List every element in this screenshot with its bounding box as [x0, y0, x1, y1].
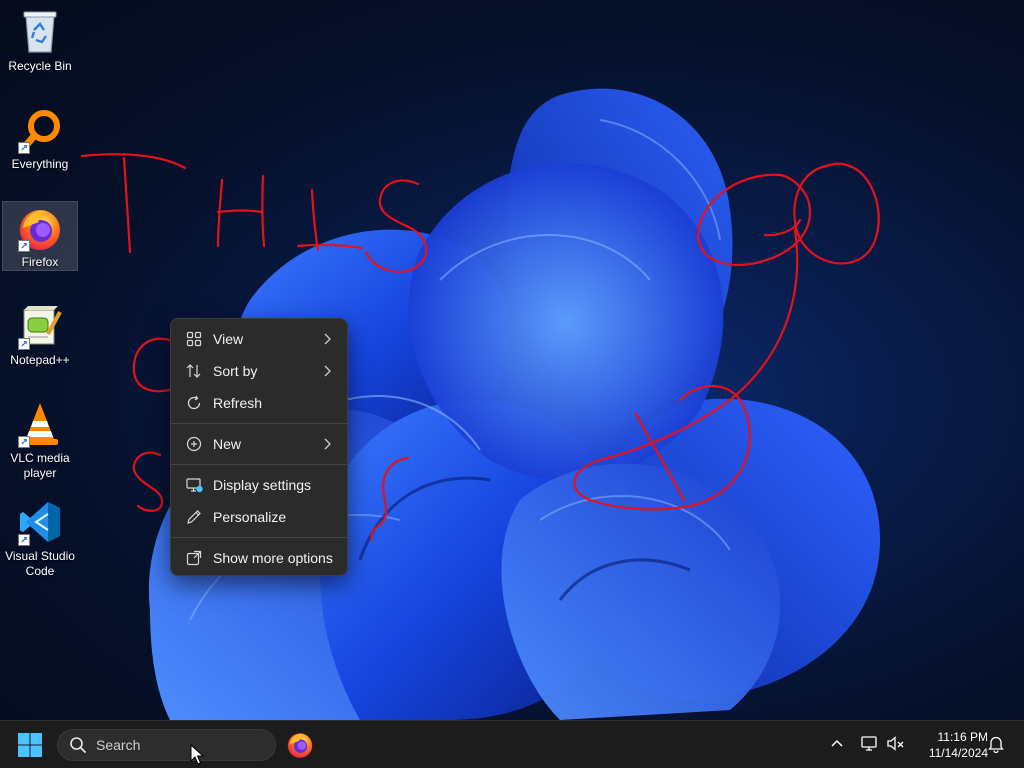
network-icon — [861, 736, 877, 751]
volume-muted-icon — [887, 736, 904, 751]
display-settings-icon — [185, 476, 203, 494]
notepad-plus-plus-icon: ↗ — [16, 302, 64, 350]
wallpaper-bloom — [148, 88, 880, 720]
everything-search-icon: ↗ — [16, 106, 64, 154]
menu-separator — [171, 464, 347, 465]
menu-item-label: Display settings — [213, 477, 312, 493]
menu-item-refresh[interactable]: Refresh — [175, 387, 343, 419]
menu-separator — [171, 423, 347, 424]
menu-item-sort-by[interactable]: Sort by — [175, 355, 343, 387]
notification-bell-icon — [988, 736, 1004, 754]
plus-circle-icon — [185, 435, 203, 453]
clock-time: 11:16 PM — [937, 730, 988, 744]
desktop-icon-label: Everything — [11, 157, 69, 171]
vscode-icon: ↗ — [16, 498, 64, 546]
desktop-icon-notepad-plus-plus[interactable]: ↗ Notepad++ — [2, 298, 78, 372]
volume-button[interactable] — [886, 734, 906, 759]
shortcut-arrow-icon: ↗ — [18, 240, 30, 252]
menu-item-view[interactable]: View — [175, 323, 343, 355]
desktop-icon-label: Firefox — [21, 255, 59, 269]
mouse-cursor-icon — [190, 744, 204, 765]
menu-separator — [171, 537, 347, 538]
desktop-icon-label: Visual Studio Code — [5, 549, 75, 578]
desktop-icon-label: Recycle Bin — [8, 59, 72, 73]
taskbar-clock[interactable]: 11:16 PM 11/14/2024 — [912, 729, 988, 761]
menu-item-label: View — [213, 331, 244, 347]
chevron-right-icon — [323, 364, 331, 380]
search-placeholder: Search — [96, 737, 141, 753]
grid-view-icon — [185, 330, 203, 348]
desktop-icon-vlc[interactable]: ↗ VLC media player — [2, 396, 78, 482]
start-button[interactable] — [16, 731, 44, 759]
menu-item-label: Personalize — [213, 509, 287, 525]
sort-icon — [185, 362, 203, 380]
share-expand-icon — [185, 549, 203, 567]
taskbar-firefox-button[interactable] — [286, 731, 314, 759]
windows-logo-icon — [18, 733, 42, 757]
notifications-button[interactable] — [988, 735, 1004, 758]
shortcut-arrow-icon: ↗ — [18, 338, 30, 350]
desktop-icon-vscode[interactable]: ↗ Visual Studio Code — [2, 494, 78, 580]
vlc-icon: ↗ — [16, 400, 64, 448]
shortcut-arrow-icon: ↗ — [18, 436, 30, 448]
menu-item-label: Show more options — [213, 550, 333, 566]
network-status-button[interactable] — [860, 734, 880, 759]
refresh-icon — [185, 394, 203, 412]
desktop-icon-firefox[interactable]: ↗ Firefox — [2, 201, 78, 271]
firefox-icon — [287, 733, 313, 758]
firefox-icon: ↗ — [16, 206, 64, 252]
chevron-right-icon — [323, 332, 331, 348]
show-hidden-icons-button[interactable] — [829, 735, 845, 756]
desktop-icon-everything[interactable]: ↗ Everything — [2, 102, 78, 176]
menu-item-label: Refresh — [213, 395, 263, 411]
desktop-icon-label: Notepad++ — [10, 353, 70, 367]
chevron-up-icon — [831, 739, 843, 747]
desktop[interactable]: Recycle Bin ↗ Everything ↗ Firefox ↗ Not… — [0, 0, 1024, 720]
desktop-context-menu: View Sort by Refresh New Display setting… — [170, 318, 348, 576]
menu-item-personalize[interactable]: Personalize — [175, 501, 343, 533]
shortcut-arrow-icon: ↗ — [18, 534, 30, 546]
taskbar-search-box[interactable]: Search — [57, 729, 276, 761]
recycle-bin-icon — [16, 8, 64, 56]
desktop-icon-recycle-bin[interactable]: Recycle Bin — [2, 4, 78, 78]
menu-item-label: New — [213, 436, 242, 452]
desktop-icon-label: VLC media player — [10, 451, 70, 480]
search-icon — [70, 737, 86, 753]
shortcut-arrow-icon: ↗ — [18, 142, 30, 154]
menu-item-new[interactable]: New — [175, 428, 343, 460]
menu-item-show-more-options[interactable]: Show more options — [175, 542, 343, 574]
menu-item-display-settings[interactable]: Display settings — [175, 469, 343, 501]
clock-date: 11/14/2024 — [928, 746, 988, 760]
taskbar: Search 11:16 PM 11/14/2024 — [0, 720, 1024, 768]
chevron-right-icon — [323, 437, 331, 453]
menu-item-label: Sort by — [213, 363, 258, 379]
pen-icon — [185, 508, 203, 526]
